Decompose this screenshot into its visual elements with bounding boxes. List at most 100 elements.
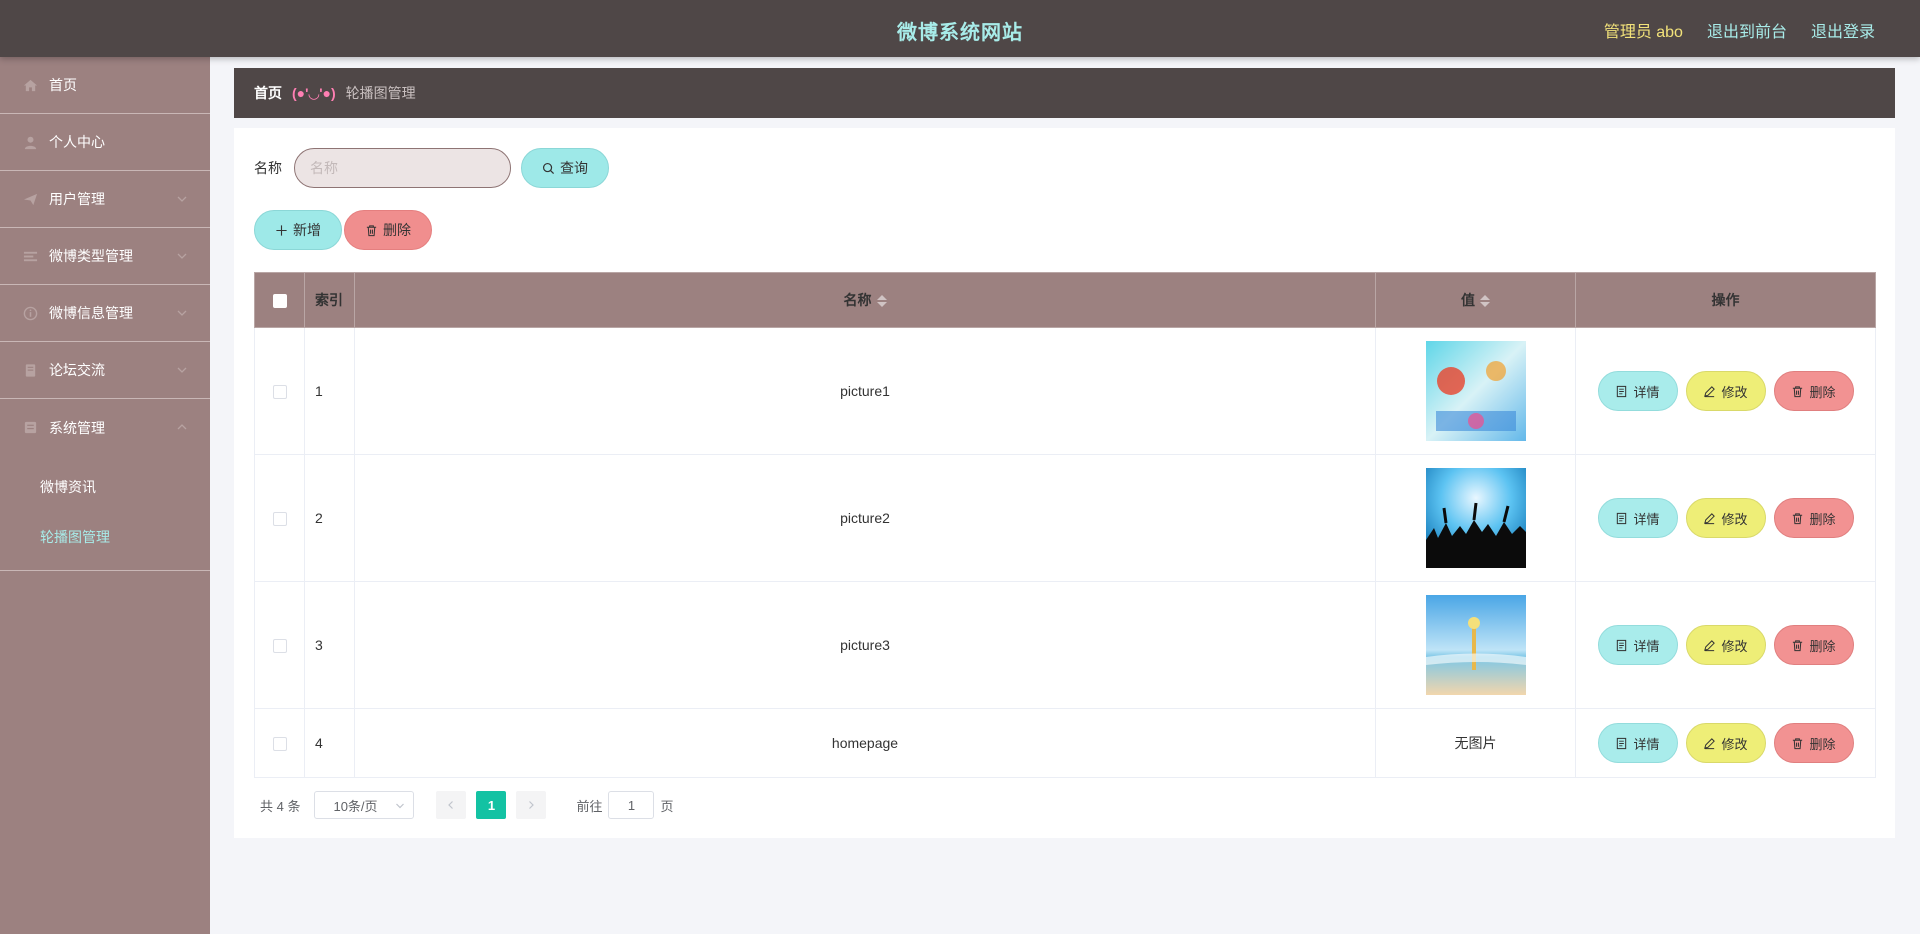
search-bar: 名称 查询 <box>254 148 609 188</box>
trash-icon <box>1793 737 1803 749</box>
edit-icon <box>1704 737 1716 749</box>
sidebar-subitem-carousel[interactable]: 轮播图管理 <box>0 512 210 562</box>
sidebar-item-weibo-info[interactable]: 微博信息管理 <box>0 285 210 342</box>
top-bar: 微博系统网站 管理员 abo 退出到前台 退出登录 <box>0 0 1920 57</box>
detail-label: 详情 <box>1633 736 1660 752</box>
sidebar: 首页 个人中心 用户管理 微博类型管理 微博信息管理 论坛交流 系统管理 微博资… <box>0 57 210 934</box>
row-actions: 详情 修改 删除 <box>1575 454 1876 582</box>
page-suffix: 页 <box>660 798 674 814</box>
column-header-name[interactable]: 名称 <box>354 272 1376 328</box>
search-input[interactable] <box>294 148 511 188</box>
exit-to-front-link[interactable]: 退出到前台 <box>1707 18 1787 42</box>
breadcrumb-home[interactable]: 首页 <box>254 83 282 103</box>
beach-scene-image[interactable] <box>1425 595 1526 695</box>
detail-button[interactable]: 详情 <box>1597 723 1678 763</box>
sidebar-item-label: 微博信息管理 <box>49 305 133 321</box>
edit-label: 修改 <box>1721 736 1748 752</box>
row-select-cell <box>254 581 305 709</box>
add-button[interactable]: 新增 <box>254 210 342 250</box>
breadcrumb: 首页 (●'◡'●) 轮播图管理 <box>234 68 1895 118</box>
table-row: 2 picture2 详情 修改 删除 <box>254 454 1876 582</box>
column-header-value[interactable]: 值 <box>1375 272 1576 328</box>
detail-button[interactable]: 详情 <box>1597 371 1678 411</box>
detail-button[interactable]: 详情 <box>1597 498 1678 538</box>
festival-poster-image[interactable] <box>1425 341 1526 441</box>
chevron-down-icon <box>177 310 187 316</box>
page-size-select[interactable]: 10条/页 <box>314 791 415 819</box>
sidebar-item-users[interactable]: 用户管理 <box>0 171 210 228</box>
action-bar: 新增 删除 <box>254 210 432 250</box>
sidebar-item-home[interactable]: 首页 <box>0 57 210 114</box>
sidebar-item-profile[interactable]: 个人中心 <box>0 114 210 171</box>
edit-button[interactable]: 修改 <box>1685 625 1766 665</box>
row-select-cell <box>254 708 305 778</box>
pagination: 共 4 条 10条/页 1 前往 页 <box>260 791 674 819</box>
edit-button[interactable]: 修改 <box>1685 723 1766 763</box>
row-actions: 详情 修改 删除 <box>1575 708 1876 778</box>
sidebar-item-weibo-types[interactable]: 微博类型管理 <box>0 228 210 285</box>
chevron-right-icon <box>529 801 535 809</box>
delete-button[interactable]: 删除 <box>1773 371 1854 411</box>
row-value <box>1375 581 1576 709</box>
top-links: 管理员 abo 退出到前台 退出登录 <box>1604 18 1875 42</box>
edit-icon <box>1704 639 1716 651</box>
row-index: 2 <box>304 454 355 582</box>
row-checkbox[interactable] <box>272 737 287 752</box>
sidebar-item-label: 个人中心 <box>49 134 105 150</box>
admin-label: 管理员 abo <box>1603 24 1683 41</box>
select-all-checkbox[interactable] <box>272 294 287 309</box>
send-icon <box>22 191 38 207</box>
edit-label: 修改 <box>1721 384 1748 400</box>
breadcrumb-separator-face: (●'◡'●) <box>292 84 336 101</box>
delete-label: 删除 <box>1809 511 1836 527</box>
detail-button[interactable]: 详情 <box>1597 625 1678 665</box>
column-header-index: 索引 <box>304 272 355 328</box>
row-name: picture1 <box>354 327 1376 455</box>
sort-icon[interactable] <box>876 294 887 308</box>
goto-page-input[interactable] <box>608 791 655 819</box>
trash-icon <box>1793 512 1803 524</box>
sidebar-item-system[interactable]: 系统管理 <box>0 399 210 456</box>
detail-label: 详情 <box>1633 511 1660 527</box>
row-checkbox[interactable] <box>272 512 287 527</box>
delete-label: 删除 <box>1809 736 1836 752</box>
select-all-cell <box>254 272 305 328</box>
search-label: 名称 <box>254 160 282 176</box>
delete-button[interactable]: 删除 <box>1773 723 1854 763</box>
row-checkbox[interactable] <box>272 385 287 400</box>
sidebar-item-label: 用户管理 <box>49 191 105 207</box>
row-name: picture2 <box>354 454 1376 582</box>
detail-label: 详情 <box>1633 638 1660 654</box>
edit-button[interactable]: 修改 <box>1685 371 1766 411</box>
chevron-down-icon <box>396 803 405 809</box>
prev-page-button[interactable] <box>436 791 467 819</box>
edit-label: 修改 <box>1721 511 1748 527</box>
delete-label: 删除 <box>1809 384 1836 400</box>
goto-label: 前往 <box>576 798 603 814</box>
row-checkbox[interactable] <box>272 639 287 654</box>
next-page-button[interactable] <box>516 791 547 819</box>
delete-button[interactable]: 删除 <box>1773 498 1854 538</box>
concert-crowd-image[interactable] <box>1425 468 1526 568</box>
bulk-delete-button[interactable]: 删除 <box>344 210 432 250</box>
user-icon <box>22 134 38 150</box>
sidebar-item-forum[interactable]: 论坛交流 <box>0 342 210 399</box>
sidebar-subitem-weibo-news[interactable]: 微博资讯 <box>0 462 210 512</box>
page-size-value: 10条/页 <box>333 798 378 814</box>
sidebar-item-label: 论坛交流 <box>49 362 105 378</box>
query-button-label: 查询 <box>560 160 588 176</box>
detail-label: 详情 <box>1633 384 1660 400</box>
sort-icon[interactable] <box>1480 294 1490 308</box>
document-icon <box>1617 512 1627 524</box>
document-icon <box>1617 639 1627 651</box>
query-button[interactable]: 查询 <box>521 148 609 188</box>
total-count: 共 4 条 <box>260 798 301 814</box>
edit-button[interactable]: 修改 <box>1685 498 1766 538</box>
page-number-current[interactable]: 1 <box>476 791 507 819</box>
document-icon <box>22 362 38 378</box>
sidebar-item-label: 系统管理 <box>49 419 105 436</box>
logout-link[interactable]: 退出登录 <box>1811 18 1875 42</box>
sidebar-item-label: 首页 <box>49 77 77 93</box>
delete-button[interactable]: 删除 <box>1773 625 1854 665</box>
breadcrumb-current: 轮播图管理 <box>345 85 416 101</box>
